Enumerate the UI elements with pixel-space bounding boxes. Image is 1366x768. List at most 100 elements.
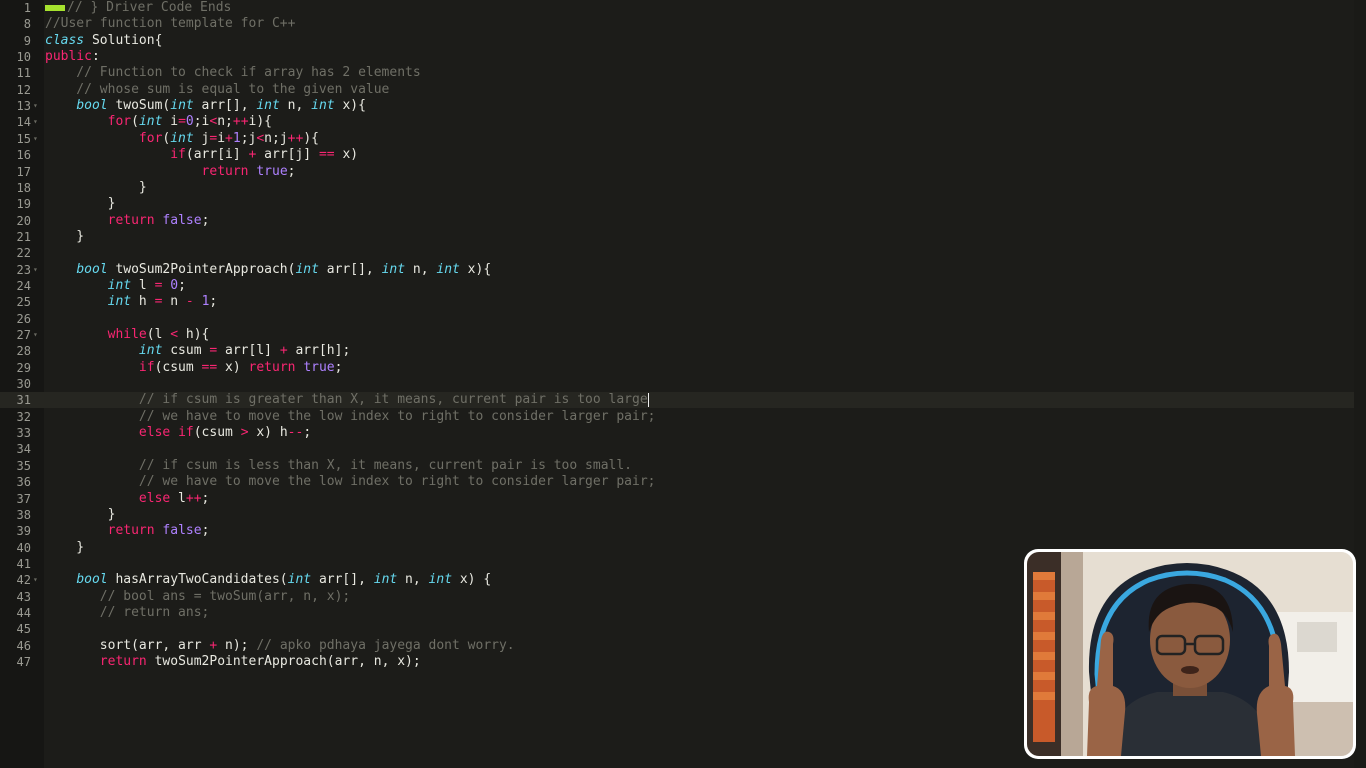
code-text: } (45, 229, 84, 245)
code-line[interactable]: 9 class Solution{ (0, 33, 1366, 49)
code-token: i){ (248, 114, 273, 130)
code-token: for (138, 130, 163, 146)
code-line[interactable]: 34 (0, 441, 1366, 457)
code-token: (csum (154, 359, 202, 375)
code-line[interactable]: 8 //User function template for C++ (0, 16, 1366, 32)
code-text: for(int j=i+1;j<n;j++){ (45, 131, 319, 147)
code-token: } (45, 179, 147, 195)
code-line[interactable]: 28 int csum = arr[l] + arr[h]; (0, 343, 1366, 359)
code-text: } (45, 540, 84, 556)
code-line[interactable]: 15 ▾ for(int j=i+1;j<n;j++){ (0, 131, 1366, 147)
code-line[interactable]: 32 // we have to move the low index to r… (0, 409, 1366, 425)
code-token: -- (287, 425, 304, 441)
code-token: l (170, 490, 186, 506)
code-token: false (162, 523, 202, 539)
code-line[interactable]: 12 // whose sum is equal to the given va… (0, 82, 1366, 98)
code-token: int (311, 98, 335, 114)
fold-arrow-icon[interactable]: ▾ (33, 262, 38, 278)
code-line[interactable]: 18 } (0, 180, 1366, 196)
line-number: 16 (16, 148, 31, 163)
code-token: int (287, 572, 312, 588)
code-token: i (217, 130, 226, 146)
fold-arrow-icon[interactable]: ▾ (33, 572, 38, 588)
fold-marker-icon[interactable] (45, 4, 65, 11)
line-number: 12 (16, 82, 31, 97)
code-line[interactable]: 16 if(arr[i] + arr[j] == x) (0, 147, 1366, 163)
presenter-webcam (1024, 549, 1356, 759)
code-line[interactable]: 10 public: (0, 49, 1366, 65)
code-text: } (45, 180, 147, 196)
line-number: 18 (16, 180, 31, 195)
code-token: - (185, 294, 194, 310)
code-token: n, (405, 261, 437, 277)
line-number: 9 (23, 33, 31, 48)
text-cursor (647, 392, 649, 407)
code-token: arr[h]; (287, 343, 351, 359)
code-line[interactable]: 27 ▾ while(l < h){ (0, 327, 1366, 343)
code-token: // Function to check if array has 2 elem… (45, 65, 421, 81)
fold-arrow-icon[interactable]: ▾ (33, 131, 38, 147)
code-line[interactable]: 21 } (0, 229, 1366, 245)
code-text: return true; (45, 164, 296, 180)
code-line[interactable]: 29 if(csum == x) return true; (0, 360, 1366, 376)
code-line[interactable]: 22 (0, 245, 1366, 261)
code-token: ++ (232, 114, 249, 130)
line-number: 27 (16, 328, 31, 342)
code-line[interactable]: 35 // if csum is less than X, it means, … (0, 458, 1366, 474)
code-token: x) h (248, 425, 288, 441)
code-token: twoSum2PointerApproach(arr, n, x); (146, 654, 421, 669)
code-line[interactable]: 38 } (0, 507, 1366, 523)
code-token: ; (303, 425, 312, 441)
code-token: arr[l] (217, 343, 280, 359)
code-token: bool (76, 261, 108, 277)
line-number: 42 (16, 573, 31, 588)
code-token: = (178, 114, 186, 130)
code-line[interactable]: 11 // Function to check if array has 2 e… (0, 65, 1366, 81)
line-number: 23 (16, 262, 31, 277)
code-line[interactable]: 20 return false; (0, 213, 1366, 229)
code-token: Solution{ (84, 32, 163, 48)
code-token: ++ (185, 490, 202, 506)
code-token: n); (217, 637, 257, 653)
code-text: // bool ans = twoSum(arr, n, x); (45, 589, 350, 605)
code-line[interactable]: 26 (0, 311, 1366, 327)
code-line[interactable]: 31 // if csum is greater than X, it mean… (0, 392, 1366, 409)
line-number: 39 (16, 524, 31, 539)
code-token: // return ans; (45, 604, 210, 620)
line-number: 45 (16, 622, 31, 637)
code-text: // return ans; (45, 604, 210, 621)
code-token: 1 (232, 130, 241, 146)
code-token: == (201, 359, 218, 375)
line-number: 36 (16, 475, 31, 490)
code-line[interactable]: 14 ▾ for(int i=0;i<n;++i){ (0, 114, 1366, 130)
code-line[interactable]: 19 } (0, 196, 1366, 212)
code-line[interactable]: 23 ▾ bool twoSum2PointerApproach(int arr[… (0, 262, 1366, 278)
code-token: int (138, 343, 163, 359)
code-line[interactable]: 37 else l++; (0, 491, 1366, 507)
fold-arrow-icon[interactable]: ▾ (33, 327, 38, 343)
code-line[interactable]: 33 else if(csum > x) h--; (0, 425, 1366, 441)
code-token: n, (279, 98, 312, 114)
code-line[interactable]: 36 // we have to move the low index to r… (0, 474, 1366, 490)
code-line[interactable]: 24 int l = 0; (0, 278, 1366, 294)
code-line[interactable]: 30 (0, 376, 1366, 392)
code-token: ; (201, 490, 210, 506)
code-line[interactable]: 25 int h = n - 1; (0, 294, 1366, 310)
code-token: arr[], (318, 261, 382, 277)
code-line[interactable]: 39 return false; (0, 523, 1366, 539)
fold-arrow-icon[interactable]: ▾ (33, 98, 38, 114)
line-number: 14 (16, 115, 31, 130)
code-line[interactable]: 17 return true; (0, 164, 1366, 180)
code-token: int (436, 261, 460, 277)
code-line[interactable]: 13 ▾ bool twoSum(int arr[], int n, int x)… (0, 98, 1366, 114)
line-number: 28 (16, 344, 31, 359)
code-token: h (131, 294, 155, 310)
code-token: true (303, 359, 335, 375)
code-token: int (428, 572, 453, 588)
fold-arrow-icon[interactable]: ▾ (33, 114, 38, 130)
code-line[interactable]: 1 // } Driver Code Ends (0, 0, 1366, 16)
